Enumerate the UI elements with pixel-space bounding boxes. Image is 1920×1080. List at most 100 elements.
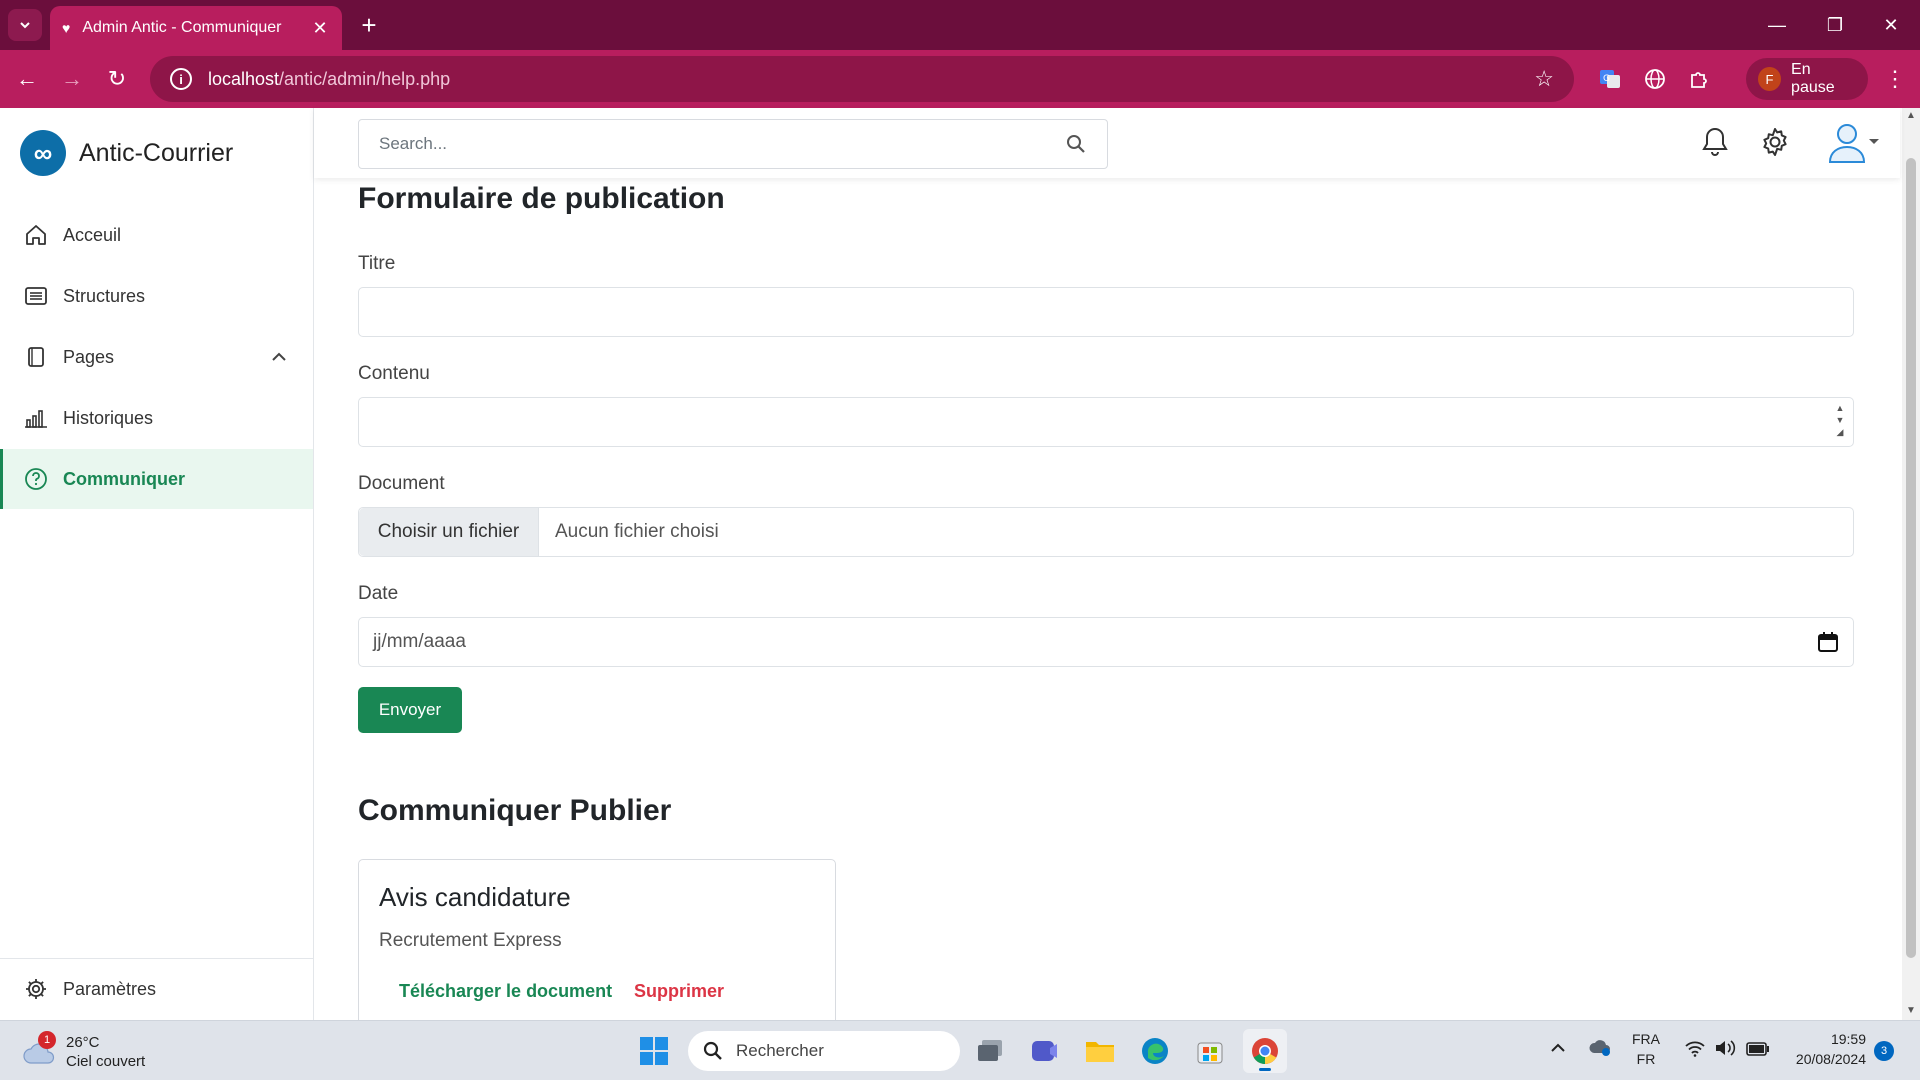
profile-avatar: F [1758, 67, 1782, 91]
battery-icon[interactable] [1746, 1041, 1770, 1061]
taskbar-search[interactable]: Rechercher [688, 1031, 960, 1071]
date-placeholder: jj/mm/aaaa [373, 631, 466, 652]
forward-button[interactable]: → [55, 62, 89, 96]
pages-icon [23, 344, 49, 370]
scroll-up-arrow[interactable]: ▲ [1906, 110, 1916, 121]
contenu-label: Contenu [358, 363, 430, 384]
sidebar-item-structures[interactable]: Structures [0, 266, 313, 326]
sidebar-footer: Paramètres [0, 958, 313, 1020]
download-document-link[interactable]: Télécharger le document [399, 981, 612, 1002]
restore-button[interactable]: ❐ [1806, 0, 1864, 50]
search-input[interactable]: Search... [358, 119, 1108, 169]
sidebar-item-label: Communiquer [63, 468, 186, 489]
task-view-icon[interactable] [969, 1029, 1013, 1073]
chevron-up-icon[interactable] [267, 345, 291, 369]
windows-start-button[interactable] [632, 1029, 676, 1073]
url-path: /antic/admin/help.php [279, 68, 451, 89]
gear-icon [23, 976, 49, 1002]
textarea-scroll-arrows[interactable]: ▲ ▼ ◢ [1833, 402, 1847, 442]
titre-label: Titre [358, 253, 396, 274]
search-icon[interactable] [1065, 133, 1087, 155]
published-heading: Communiquer Publier [358, 794, 672, 827]
scroll-down-arrow[interactable]: ▼ [1906, 1005, 1916, 1016]
titre-input[interactable] [358, 287, 1854, 337]
brand[interactable]: ∞ Antic-Courrier [20, 130, 233, 176]
clock-time: 19:59 [1830, 1031, 1866, 1047]
tab-search-button[interactable] [8, 9, 42, 41]
choose-file-button[interactable]: Choisir un fichier [359, 508, 539, 556]
lang-bottom: FR [1636, 1051, 1656, 1067]
sidebar-item-label: Historiques [63, 407, 154, 428]
close-window-button[interactable]: ✕ [1862, 0, 1920, 50]
wifi-icon[interactable] [1684, 1039, 1706, 1062]
weather-badge: 1 [38, 1031, 56, 1049]
search-placeholder: Search... [379, 134, 448, 153]
file-explorer-icon[interactable] [1078, 1029, 1122, 1073]
profile-status: En pause [1791, 61, 1835, 96]
date-label: Date [358, 583, 399, 604]
contenu-textarea[interactable]: ▲ ▼ ◢ [358, 397, 1854, 447]
language-indicator[interactable]: FRA FR [1632, 1029, 1660, 1069]
user-avatar-icon [1828, 124, 1866, 163]
reload-button[interactable]: ↻ [100, 62, 134, 96]
close-tab-icon[interactable]: ✕ [310, 18, 330, 39]
sidebar-item-pages[interactable]: Pages [0, 327, 313, 387]
teams-icon[interactable] [1023, 1029, 1067, 1073]
cloud-icon: 1 [22, 1031, 56, 1065]
calendar-icon[interactable] [1817, 631, 1839, 653]
microsoft-store-icon[interactable] [1188, 1029, 1232, 1073]
new-tab-button[interactable]: + [352, 9, 386, 41]
document-label: Document [358, 473, 445, 494]
sidebar: ∞ Antic-Courrier Acceuil Structures Page… [0, 108, 314, 1020]
volume-icon[interactable] [1714, 1039, 1736, 1062]
delete-link[interactable]: Supprimer [634, 981, 724, 1002]
show-hidden-icons[interactable] [1550, 1039, 1566, 1059]
browser-menu-icon[interactable]: ⋮ [1880, 62, 1910, 96]
globe-icon[interactable] [1640, 64, 1670, 94]
scroll-thumb[interactable] [1906, 158, 1916, 958]
weather-desc: Ciel couvert [66, 1053, 146, 1070]
sidebar-item-label: Structures [63, 285, 146, 306]
publication-card: Avis candidature Recrutement Express Tél… [358, 859, 836, 1020]
clock[interactable]: 19:59 20/08/2024 [1786, 1029, 1866, 1069]
settings-gear-icon[interactable] [1755, 122, 1795, 162]
sidebar-item-communiquer[interactable]: Communiquer [0, 449, 313, 509]
brand-name: Antic-Courrier [79, 138, 234, 167]
minimize-button[interactable]: — [1748, 0, 1806, 50]
translate-icon[interactable]: G [1595, 64, 1625, 94]
card-title: Avis candidature [379, 882, 571, 912]
sidebar-item-historiques[interactable]: Historiques [0, 388, 313, 448]
onedrive-icon[interactable] [1588, 1037, 1612, 1062]
user-menu[interactable] [1822, 122, 1884, 163]
caret-down-icon [1869, 139, 1879, 144]
sidebar-item-label: Acceuil [63, 224, 122, 245]
edge-browser-icon[interactable] [1133, 1029, 1177, 1073]
date-input[interactable]: jj/mm/aaaa [358, 617, 1854, 667]
back-button[interactable]: ← [10, 62, 44, 96]
weather-widget[interactable]: 1 26°C Ciel couvert [22, 1031, 146, 1071]
top-header: Search... [314, 108, 1900, 178]
home-icon [23, 222, 49, 248]
svg-text:G: G [1603, 74, 1610, 84]
list-icon [23, 283, 49, 309]
envoyer-button[interactable]: Envoyer [358, 687, 462, 733]
notification-badge[interactable]: 3 [1874, 1041, 1894, 1061]
browser-tab-strip: ♥ Admin Antic - Communiquer ✕ + — ❐ ✕ [0, 0, 1920, 50]
search-icon [703, 1041, 722, 1060]
bookmark-star-icon[interactable]: ☆ [1534, 66, 1554, 92]
document-file-input[interactable]: Choisir un fichier Aucun fichier choisi [358, 507, 1854, 557]
sidebar-item-parametres[interactable]: Paramètres [0, 959, 313, 1019]
browser-tab-active[interactable]: ♥ Admin Antic - Communiquer ✕ [50, 6, 342, 50]
bell-icon[interactable] [1695, 122, 1735, 162]
chrome-icon[interactable] [1243, 1029, 1287, 1073]
address-bar[interactable]: i localhost/antic/admin/help.php ☆ [150, 56, 1574, 102]
main-content: Formulaire de publication Titre Contenu … [314, 178, 1900, 1020]
profile-button[interactable]: F En pause [1746, 58, 1868, 100]
sidebar-item-acceuil[interactable]: Acceuil [0, 205, 313, 265]
bar-chart-icon [23, 405, 49, 431]
extensions-puzzle-icon[interactable] [1684, 64, 1714, 94]
tab-title: Admin Antic - Communiquer [82, 19, 282, 36]
site-info-icon[interactable]: i [170, 68, 192, 90]
page-scrollbar[interactable]: ▲ ▼ [1902, 108, 1920, 1020]
card-subtitle: Recrutement Express [379, 930, 562, 951]
